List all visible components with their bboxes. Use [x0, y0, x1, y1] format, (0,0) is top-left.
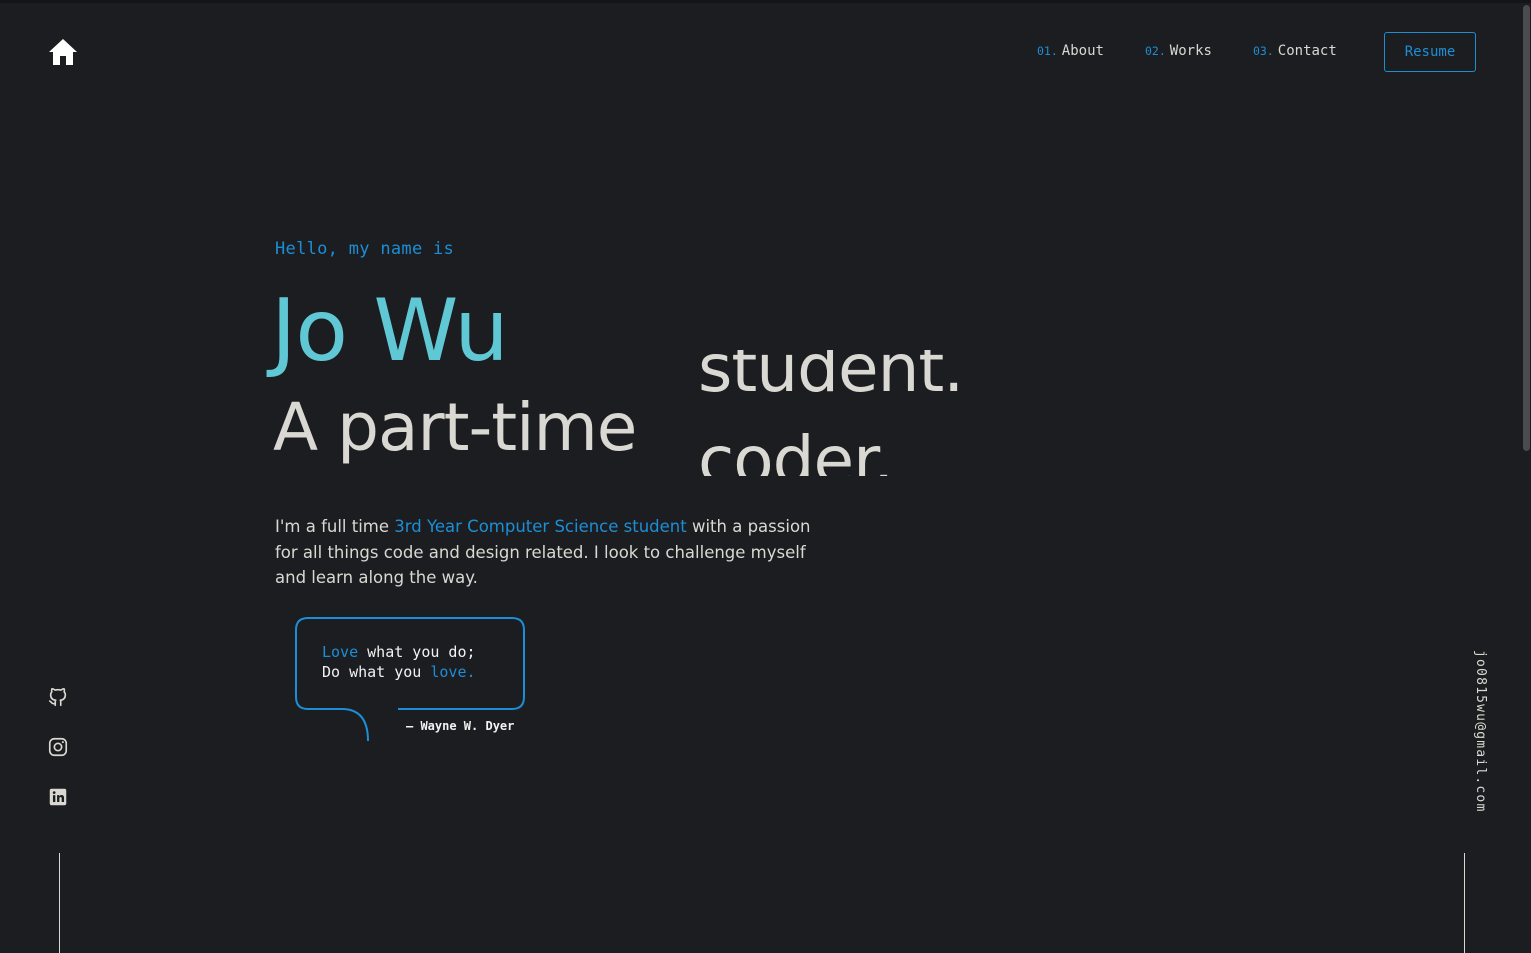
- hero-name: Jo Wu: [271, 281, 509, 381]
- rotating-word-previous-clip: student.: [698, 350, 1018, 402]
- quote-line1-rest: what you do;: [358, 643, 476, 661]
- rotating-word-current: coder.: [698, 422, 894, 477]
- rotating-word-current-clip: coder.: [698, 402, 1018, 477]
- nav-works-number: 02.: [1145, 44, 1166, 58]
- github-icon[interactable]: [47, 686, 69, 708]
- scrollbar-thumb[interactable]: [1523, 5, 1530, 451]
- resume-button[interactable]: Resume: [1384, 32, 1476, 72]
- email-link[interactable]: jo0815wu@gmail.com: [1473, 650, 1488, 812]
- nav-about-number: 01.: [1037, 44, 1058, 58]
- nav-works[interactable]: 02. Works: [1145, 43, 1212, 59]
- nav-works-label: Works: [1169, 43, 1212, 59]
- linkedin-icon[interactable]: [47, 786, 69, 808]
- top-edge: [0, 0, 1531, 3]
- hero-description: I'm a full time 3rd Year Computer Scienc…: [275, 514, 835, 591]
- quote-author: — Wayne W. Dyer: [406, 719, 515, 733]
- nav-contact[interactable]: 03. Contact: [1253, 43, 1337, 59]
- quote-text: Love what you do; Do what you love.: [322, 642, 476, 682]
- tagline-prefix: A part-time: [273, 389, 637, 466]
- quote-love-1: Love: [322, 643, 359, 661]
- nav-contact-number: 03.: [1253, 44, 1274, 58]
- left-side-line: [59, 853, 60, 953]
- quote-love-2: love.: [430, 663, 476, 681]
- instagram-icon[interactable]: [47, 736, 69, 758]
- description-highlight: 3rd Year Computer Science student: [394, 517, 687, 536]
- rotating-word-previous: student.: [698, 350, 964, 402]
- nav-contact-label: Contact: [1277, 43, 1337, 59]
- home-icon[interactable]: [47, 36, 79, 68]
- quote-line2-pre: Do what you: [322, 663, 431, 681]
- right-side-line: [1464, 853, 1465, 953]
- greeting-text: Hello, my name is: [275, 239, 455, 259]
- nav-about[interactable]: 01. About: [1037, 43, 1104, 59]
- nav-about-label: About: [1061, 43, 1104, 59]
- description-part1: I'm a full time: [275, 517, 395, 536]
